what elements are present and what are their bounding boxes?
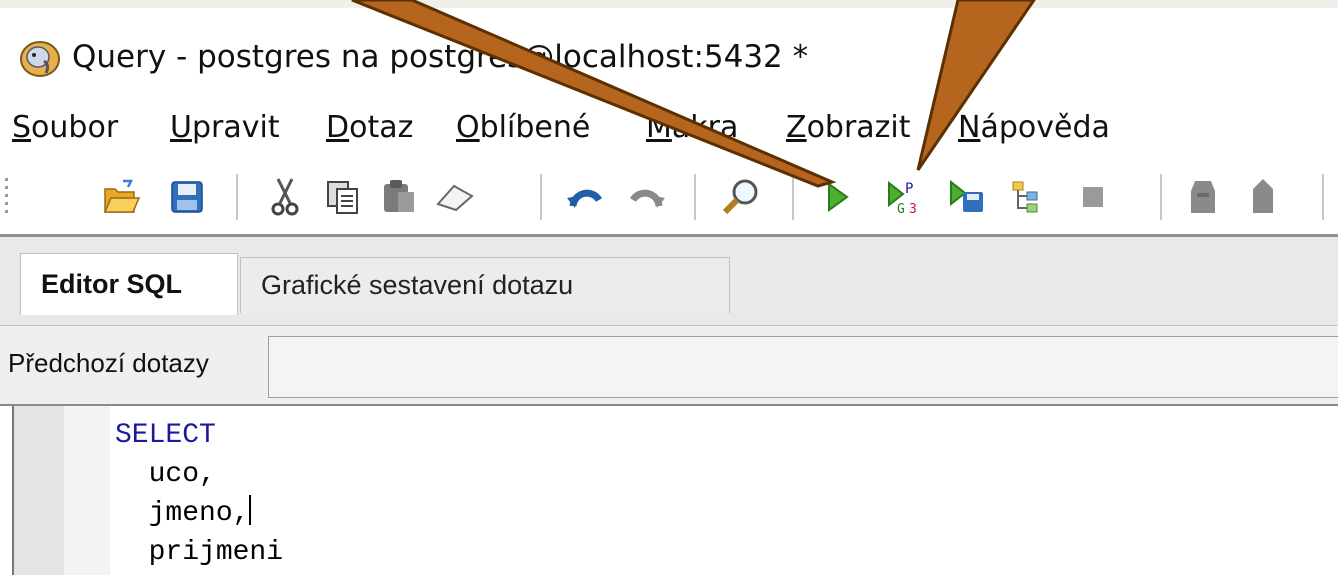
text-cursor xyxy=(249,495,252,525)
code-line-3: jmeno, xyxy=(115,498,250,529)
redo-icon xyxy=(629,189,665,208)
menu-zobrazit[interactable]: Zobrazit xyxy=(786,110,911,145)
execute-to-file-icon xyxy=(950,179,983,212)
cancel-query-button[interactable] xyxy=(1070,172,1116,222)
execute-to-file-button[interactable] xyxy=(944,172,990,222)
undo-button[interactable] xyxy=(562,172,608,222)
pgadmin-elephant-icon xyxy=(20,41,60,77)
macro-button[interactable] xyxy=(1180,172,1226,222)
tab-editor-sql[interactable]: Editor SQL xyxy=(20,253,238,315)
menu-soubor-mnemonic: S xyxy=(12,110,32,145)
cut-icon xyxy=(271,178,299,216)
query-window: Query - postgres na postgres@localhost:5… xyxy=(0,8,1338,575)
code-line-4: prijmeni xyxy=(115,537,284,568)
tab-graphical-query-builder[interactable]: Grafické sestavení dotazu xyxy=(240,257,730,313)
menu-napoveda-label: ápověda xyxy=(980,110,1110,145)
code-line-1: SELECT xyxy=(115,420,216,451)
menu-zobrazit-mnemonic: Z xyxy=(786,110,807,145)
macro-2-icon xyxy=(1253,179,1273,213)
open-folder-icon xyxy=(103,179,141,213)
copy-button[interactable] xyxy=(320,172,366,222)
toolbar-grip-icon[interactable] xyxy=(4,174,10,222)
toolbar-separator xyxy=(1160,174,1162,220)
menu-napoveda[interactable]: Nápověda xyxy=(958,110,1110,145)
menu-soubor-label: oubor xyxy=(31,110,119,145)
execute-pgscript-button[interactable]: P G 3 xyxy=(880,172,926,222)
clear-button[interactable] xyxy=(432,172,478,222)
explain-button[interactable] xyxy=(1006,172,1052,222)
copy-icon xyxy=(327,181,358,214)
execute-pgscript-icon: P G 3 xyxy=(888,180,917,217)
menu-oblibene[interactable]: Oblíbené xyxy=(456,110,590,145)
tab-graphical-query-builder-label: Grafické sestavení dotazu xyxy=(261,270,574,300)
toolbar-separator xyxy=(540,174,542,220)
menu-soubor[interactable]: Soubor xyxy=(12,110,118,145)
svg-text:P: P xyxy=(905,181,913,197)
macro-2-button[interactable] xyxy=(1240,172,1286,222)
code-line-2: uco, xyxy=(115,459,216,490)
menu-napoveda-mnemonic: N xyxy=(958,110,981,145)
previous-queries-label: Předchozí dotazy xyxy=(8,348,209,378)
macro-icon xyxy=(1191,181,1215,213)
paste-button[interactable] xyxy=(376,172,422,222)
execute-icon xyxy=(828,182,849,212)
toolbar-separator xyxy=(792,174,794,220)
menu-dotaz-label: otaz xyxy=(349,110,414,145)
fold-margin xyxy=(64,406,110,575)
title-bar: Query - postgres na postgres@localhost:5… xyxy=(0,8,1338,88)
editor-tabs: Editor SQL Grafické sestavení dotazu xyxy=(0,237,1338,326)
open-button[interactable] xyxy=(98,172,144,222)
toolbar: P G 3 xyxy=(0,162,1338,237)
menu-makra-label: akra xyxy=(671,110,739,145)
find-button[interactable] xyxy=(718,172,764,222)
menu-zobrazit-label: obrazit xyxy=(806,110,911,145)
menu-bar: Soubor Upravit Dotaz Oblíbené Makra Zobr… xyxy=(0,110,1338,156)
save-button[interactable] xyxy=(164,172,210,222)
menu-upravit[interactable]: Upravit xyxy=(170,110,280,145)
save-icon xyxy=(171,181,203,213)
toolbar-separator xyxy=(236,174,238,220)
window-title: Query - postgres na postgres@localhost:5… xyxy=(72,39,809,75)
editor-left-border xyxy=(0,406,14,575)
menu-oblibene-mnemonic: O xyxy=(456,110,480,145)
sql-editor[interactable]: SELECT uco, jmeno, prijmeni xyxy=(0,404,1338,575)
cut-button[interactable] xyxy=(262,172,308,222)
explain-icon xyxy=(1012,181,1038,213)
clear-icon xyxy=(436,184,474,212)
undo-icon xyxy=(567,189,603,208)
redo-button[interactable] xyxy=(624,172,670,222)
menu-oblibene-label: blíbené xyxy=(479,110,591,145)
find-icon xyxy=(722,179,758,215)
toolbar-separator xyxy=(694,174,696,220)
svg-text:3: 3 xyxy=(909,202,917,217)
toolbar-separator xyxy=(1322,174,1324,220)
previous-queries-dropdown[interactable] xyxy=(268,336,1338,398)
menu-dotaz-mnemonic: D xyxy=(326,110,350,145)
sql-code[interactable]: SELECT uco, jmeno, prijmeni xyxy=(115,416,283,572)
previous-queries-row: Předchozí dotazy xyxy=(0,326,1338,406)
menu-upravit-label: pravit xyxy=(191,110,280,145)
paste-icon xyxy=(384,180,414,212)
execute-button[interactable] xyxy=(814,172,860,222)
menu-makra-mnemonic: M xyxy=(646,110,672,145)
menu-makra[interactable]: Makra xyxy=(646,110,738,145)
menu-dotaz[interactable]: Dotaz xyxy=(326,110,413,145)
tab-editor-sql-label: Editor SQL xyxy=(41,269,182,299)
cancel-icon xyxy=(1083,187,1103,207)
svg-text:G: G xyxy=(897,202,905,217)
menu-upravit-mnemonic: U xyxy=(170,110,192,145)
line-number-gutter xyxy=(14,406,64,575)
